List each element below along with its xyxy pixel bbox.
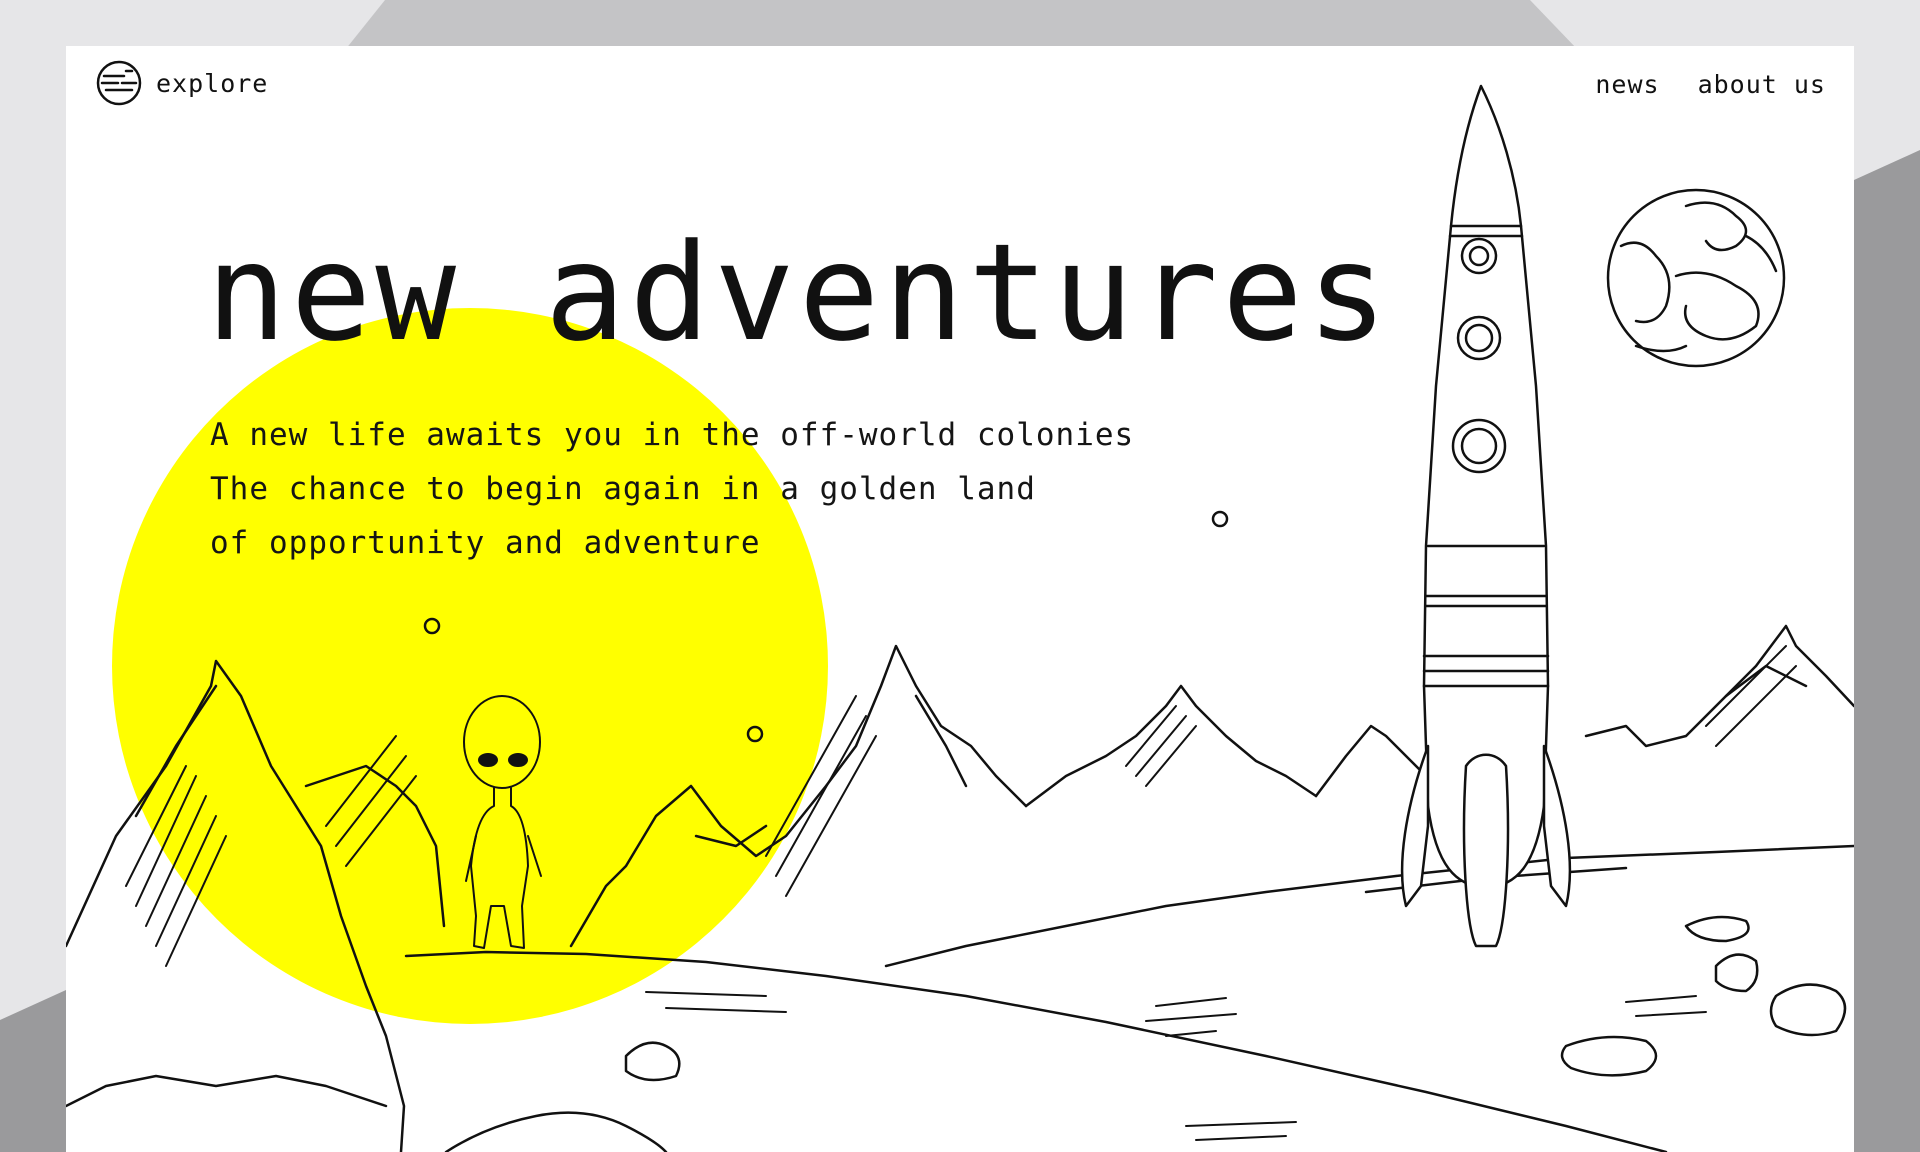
hero-title: new adventures bbox=[206, 215, 1392, 371]
hero-line: A new life awaits you in the off-world c… bbox=[210, 417, 1135, 453]
rocket bbox=[1400, 84, 1572, 948]
moon-landscape-illustration bbox=[66, 84, 1854, 1152]
hero-line: The chance to begin again in a golden la… bbox=[210, 471, 1036, 507]
nav-news-link[interactable]: news bbox=[1595, 70, 1659, 99]
main-nav: news about us bbox=[1595, 70, 1826, 99]
logo[interactable]: explore bbox=[96, 60, 268, 106]
planet bbox=[1606, 188, 1786, 368]
hero-line: of opportunity and adventure bbox=[210, 525, 761, 561]
planet-logo-icon bbox=[96, 60, 142, 106]
hero-tagline: A new life awaits you in the off-world c… bbox=[210, 408, 1134, 570]
landing-page: explore news about us new adventures A n… bbox=[66, 46, 1854, 1152]
nav-about-us-link[interactable]: about us bbox=[1698, 70, 1826, 99]
logo-text: explore bbox=[156, 68, 269, 98]
